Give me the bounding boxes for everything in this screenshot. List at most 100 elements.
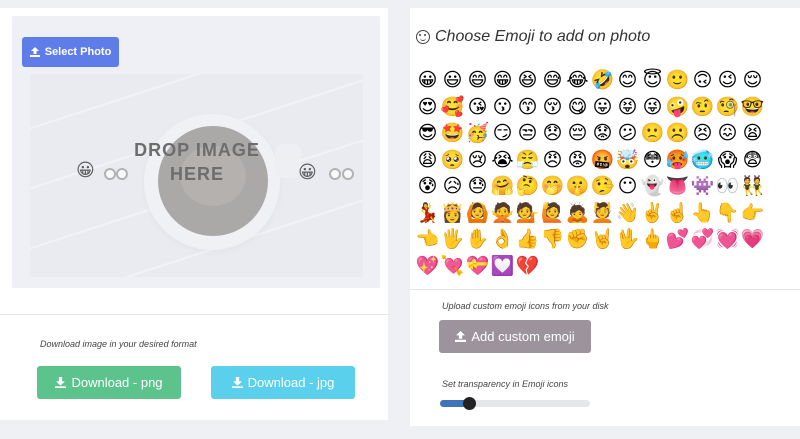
emoji-option[interactable]: 👉	[740, 200, 765, 227]
emoji-option[interactable]: ☹️	[665, 120, 690, 147]
emoji-option[interactable]: 😖	[715, 120, 740, 147]
emoji-option[interactable]: 😅	[540, 67, 565, 94]
placed-emoji-icon[interactable]: 😀	[76, 160, 95, 181]
emoji-option[interactable]: 💗	[740, 226, 765, 253]
emoji-option[interactable]: 🤔	[515, 173, 540, 200]
emoji-option[interactable]: 😀	[415, 67, 440, 94]
emoji-option[interactable]: 😥	[440, 173, 465, 200]
emoji-option[interactable]: 💟	[490, 253, 515, 280]
emoji-option[interactable]: ✊	[565, 226, 590, 253]
download-jpg-button[interactable]: Download - jpg	[211, 366, 355, 399]
emoji-option[interactable]: 😜	[640, 94, 665, 121]
emoji-option[interactable]: 😂	[565, 67, 590, 94]
emoji-option[interactable]: 😒	[515, 120, 540, 147]
emoji-option[interactable]: 🖐️	[440, 226, 465, 253]
emoji-option[interactable]: 💃	[415, 200, 440, 227]
emoji-option[interactable]: 🙃	[690, 67, 715, 94]
emoji-option[interactable]: 🧐	[715, 94, 740, 121]
emoji-option[interactable]: 💞	[690, 226, 715, 253]
emoji-option[interactable]: 😔	[565, 120, 590, 147]
emoji-option[interactable]: 🤗	[490, 173, 515, 200]
emoji-option[interactable]: 👇	[715, 200, 740, 227]
emoji-option[interactable]: 😇	[640, 67, 665, 94]
emoji-option[interactable]: 😫	[740, 120, 765, 147]
emoji-option[interactable]: 🤬	[590, 147, 615, 174]
emoji-option[interactable]: 🙋	[540, 200, 565, 227]
emoji-option[interactable]: 🖖	[615, 226, 640, 253]
emoji-option[interactable]: 💝	[465, 253, 490, 280]
placed-emoji-icon[interactable]: 😀	[298, 162, 317, 183]
emoji-option[interactable]: 💕	[665, 226, 690, 253]
emoji-option[interactable]: 😞	[540, 120, 565, 147]
emoji-option[interactable]: 👀	[715, 173, 740, 200]
select-photo-button[interactable]: Select Photo	[22, 37, 119, 67]
emoji-option[interactable]: 🙂	[665, 67, 690, 94]
emoji-option[interactable]: 👈	[415, 226, 440, 253]
emoji-option[interactable]: 👻	[640, 173, 665, 200]
emoji-option[interactable]: 😄	[465, 67, 490, 94]
emoji-option[interactable]: 💆	[590, 200, 615, 227]
emoji-option[interactable]: 😭	[490, 147, 515, 174]
emoji-option[interactable]: ✌️	[640, 200, 665, 227]
emoji-option[interactable]: 👎	[540, 226, 565, 253]
emoji-option[interactable]: 🙆	[465, 200, 490, 227]
emoji-option[interactable]: 🤫	[565, 173, 590, 200]
emoji-option[interactable]: 🥶	[690, 147, 715, 174]
emoji-option[interactable]: 🤩	[440, 120, 465, 147]
emoji-option[interactable]: 🥺	[440, 147, 465, 174]
emoji-option[interactable]: 😝	[615, 94, 640, 121]
emoji-option[interactable]: 👸	[440, 200, 465, 227]
emoji-option[interactable]: 👾	[690, 173, 715, 200]
emoji-option[interactable]: ✋	[465, 226, 490, 253]
emoji-option[interactable]: 😶	[615, 173, 640, 200]
emoji-option[interactable]: 🤘	[590, 226, 615, 253]
emoji-option[interactable]: 😃	[440, 67, 465, 94]
emoji-option[interactable]: 😨	[740, 147, 765, 174]
emoji-option[interactable]: 🙅	[490, 200, 515, 227]
emoji-option[interactable]: 🤪	[665, 94, 690, 121]
emoji-option[interactable]: 😟	[590, 120, 615, 147]
emoji-option[interactable]: 👯	[740, 173, 765, 200]
emoji-option[interactable]: 😣	[690, 120, 715, 147]
emoji-option[interactable]: 🙁	[640, 120, 665, 147]
emoji-option[interactable]: 😍	[415, 94, 440, 121]
emoji-option[interactable]: 💘	[440, 253, 465, 280]
emoji-option[interactable]: 🤯	[615, 147, 640, 174]
emoji-option[interactable]: 😌	[740, 67, 765, 94]
emoji-option[interactable]: 😚	[540, 94, 565, 121]
emoji-option[interactable]: 👆	[690, 200, 715, 227]
emoji-option[interactable]: 😁	[490, 67, 515, 94]
emoji-option[interactable]: 😤	[515, 147, 540, 174]
emoji-option[interactable]: 😰	[415, 173, 440, 200]
emoji-option[interactable]: 🥰	[440, 94, 465, 121]
emoji-option[interactable]: 😙	[515, 94, 540, 121]
add-custom-emoji-button[interactable]: Add custom emoji	[439, 320, 591, 353]
emoji-option[interactable]: 😆	[515, 67, 540, 94]
emoji-option[interactable]: 😛	[590, 94, 615, 121]
emoji-option[interactable]: 🤨	[690, 94, 715, 121]
emoji-option[interactable]: 😢	[465, 147, 490, 174]
emoji-option[interactable]: 🤥	[590, 173, 615, 200]
emoji-option[interactable]: 😡	[565, 147, 590, 174]
emoji-option[interactable]: 😠	[540, 147, 565, 174]
emoji-option[interactable]: 👋	[615, 200, 640, 227]
emoji-option[interactable]: 🥳	[465, 120, 490, 147]
emoji-option[interactable]: 💁	[515, 200, 540, 227]
emoji-option[interactable]: 🤣	[590, 67, 615, 94]
emoji-option[interactable]: 😘	[465, 94, 490, 121]
emoji-option[interactable]: 💖	[415, 253, 440, 280]
emoji-option[interactable]: 😩	[415, 147, 440, 174]
emoji-option[interactable]: 💓	[715, 226, 740, 253]
emoji-option[interactable]: 👅	[665, 173, 690, 200]
emoji-option[interactable]: 🤓	[740, 94, 765, 121]
emoji-option[interactable]: 🤭	[540, 173, 565, 200]
emoji-option[interactable]: 💔	[515, 253, 540, 280]
emoji-option[interactable]: 🥵	[665, 147, 690, 174]
emoji-option[interactable]: 😋	[565, 94, 590, 121]
emoji-option[interactable]: 😗	[490, 94, 515, 121]
emoji-option[interactable]: 😱	[715, 147, 740, 174]
emoji-option[interactable]: 😏	[490, 120, 515, 147]
emoji-option[interactable]: 😉	[715, 67, 740, 94]
emoji-option[interactable]: 👍	[515, 226, 540, 253]
transparency-slider-handle[interactable]	[463, 397, 476, 410]
